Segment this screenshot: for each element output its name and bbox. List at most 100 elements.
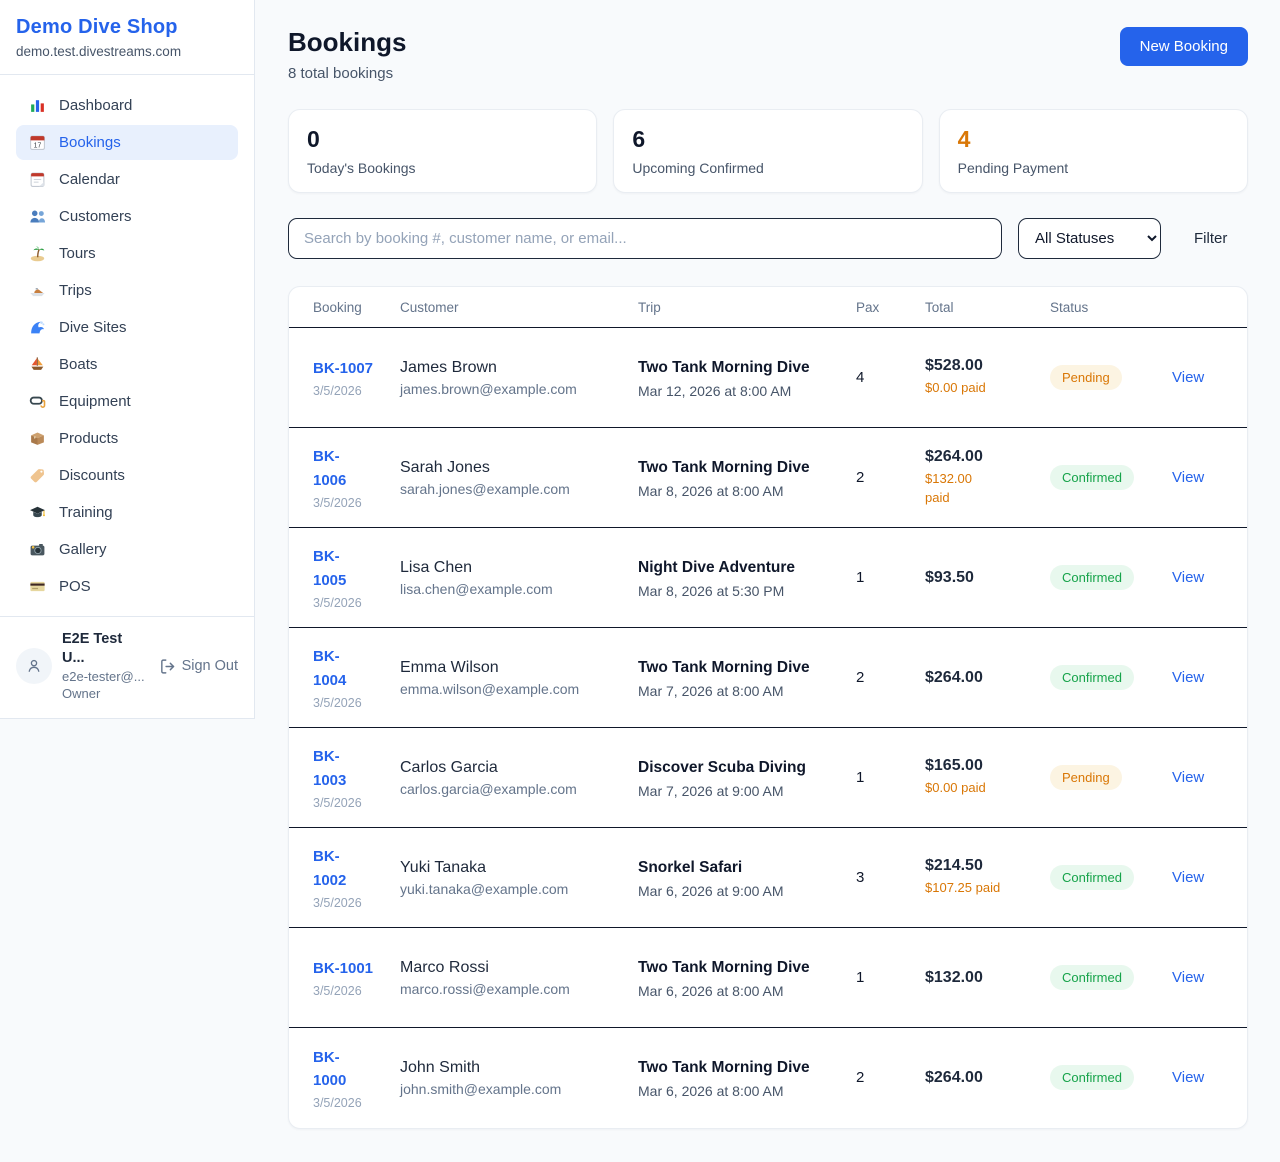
sidebar-item-discounts[interactable]: Discounts xyxy=(16,458,238,493)
pax-cell: 4 xyxy=(856,328,925,428)
trip-name: Two Tank Morning Dive xyxy=(638,456,810,480)
island-icon xyxy=(28,245,46,262)
column-header-trip: Trip xyxy=(638,287,856,328)
pax-value: 1 xyxy=(856,769,864,786)
sidebar-item-label: Calendar xyxy=(59,171,120,188)
booking-cell: BK-1000 3/5/2026 xyxy=(289,1028,400,1128)
view-link[interactable]: View xyxy=(1172,369,1204,386)
booking-id-link[interactable]: BK-1007 xyxy=(313,357,373,380)
brand-domain: demo.test.divestreams.com xyxy=(16,44,238,59)
total-cell: $165.00 $0.00 paid xyxy=(925,728,1050,828)
view-link[interactable]: View xyxy=(1172,769,1204,786)
booking-date: 3/5/2026 xyxy=(313,1096,392,1110)
booking-id-link[interactable]: BK-1006 xyxy=(313,445,351,492)
new-booking-button[interactable]: New Booking xyxy=(1120,27,1248,66)
view-link[interactable]: View xyxy=(1172,669,1204,686)
bookings-table-card: BookingCustomerTripPaxTotalStatus BK-100… xyxy=(288,286,1248,1129)
customer-email: emma.wilson@example.com xyxy=(400,681,630,697)
sidebar-item-trips[interactable]: Trips xyxy=(16,273,238,308)
status-badge: Confirmed xyxy=(1050,865,1134,890)
sidebar-item-dive-sites[interactable]: Dive Sites xyxy=(16,310,238,345)
paid-amount: $0.00 paid xyxy=(925,379,1042,398)
sidebar-item-label: Equipment xyxy=(59,393,131,410)
stat-cards: 0 Today's Bookings 6 Upcoming Confirmed … xyxy=(288,109,1248,193)
view-cell: View xyxy=(1172,428,1247,528)
sidebar-item-pos[interactable]: POS xyxy=(16,569,238,604)
status-cell: Confirmed xyxy=(1050,628,1172,728)
status-select[interactable]: All Statuses xyxy=(1018,218,1161,259)
sidebar-item-customers[interactable]: Customers xyxy=(16,199,238,234)
trip-name: Two Tank Morning Dive xyxy=(638,356,810,380)
trip-cell: Two Tank Morning Dive Mar 6, 2026 at 8:0… xyxy=(638,1028,856,1128)
search-input[interactable] xyxy=(288,218,1002,259)
sidebar-item-bookings[interactable]: 17Bookings xyxy=(16,125,238,160)
sidebar-item-tours[interactable]: Tours xyxy=(16,236,238,271)
trip-datetime: Mar 6, 2026 at 9:00 AM xyxy=(638,883,848,899)
booking-cell: BK-1001 3/5/2026 xyxy=(289,928,400,1028)
trip-cell: Discover Scuba Diving Mar 7, 2026 at 9:0… xyxy=(638,728,856,828)
booking-id-link[interactable]: BK-1002 xyxy=(313,845,351,892)
view-cell: View xyxy=(1172,1028,1247,1128)
paid-amount: $107.25 paid xyxy=(925,879,1042,898)
status-badge: Confirmed xyxy=(1050,465,1134,490)
trip-datetime: Mar 8, 2026 at 8:00 AM xyxy=(638,483,848,499)
sign-out-button[interactable]: Sign Out xyxy=(159,658,238,675)
booking-id-link[interactable]: BK-1005 xyxy=(313,545,351,592)
pax-cell: 3 xyxy=(856,828,925,928)
view-cell: View xyxy=(1172,328,1247,428)
trip-cell: Two Tank Morning Dive Mar 7, 2026 at 8:0… xyxy=(638,628,856,728)
trip-datetime: Mar 7, 2026 at 9:00 AM xyxy=(638,783,848,799)
package-icon xyxy=(28,430,46,447)
pax-cell: 2 xyxy=(856,428,925,528)
sidebar-item-boats[interactable]: Boats xyxy=(16,347,238,382)
view-cell: View xyxy=(1172,528,1247,628)
view-link[interactable]: View xyxy=(1172,1069,1204,1086)
customer-name: John Smith xyxy=(400,1059,630,1077)
column-header-customer: Customer xyxy=(400,287,638,328)
table-row: BK-1003 3/5/2026 Carlos Garcia carlos.ga… xyxy=(289,728,1247,828)
sidebar-item-products[interactable]: Products xyxy=(16,421,238,456)
status-badge: Confirmed xyxy=(1050,565,1134,590)
trip-cell: Two Tank Morning Dive Mar 8, 2026 at 8:0… xyxy=(638,428,856,528)
booking-id-link[interactable]: BK-1000 xyxy=(313,1046,351,1093)
sidebar-item-dashboard[interactable]: Dashboard xyxy=(16,88,238,123)
booking-id-link[interactable]: BK-1001 xyxy=(313,957,373,980)
total-amount: $132.00 xyxy=(925,969,1042,987)
total-cell: $93.50 xyxy=(925,528,1050,628)
view-cell: View xyxy=(1172,928,1247,1028)
customer-email: lisa.chen@example.com xyxy=(400,581,630,597)
view-link[interactable]: View xyxy=(1172,869,1204,886)
sidebar-item-equipment[interactable]: Equipment xyxy=(16,384,238,419)
trip-name: Discover Scuba Diving xyxy=(638,756,810,780)
status-badge: Pending xyxy=(1050,365,1122,390)
table-row: BK-1007 3/5/2026 James Brown james.brown… xyxy=(289,328,1247,428)
camera-icon xyxy=(28,541,46,558)
sidebar-item-label: Discounts xyxy=(59,467,125,484)
trip-name: Night Dive Adventure xyxy=(638,556,810,580)
customer-email: james.brown@example.com xyxy=(400,381,630,397)
customer-cell: Marco Rossi marco.rossi@example.com xyxy=(400,928,638,1028)
filter-button[interactable]: Filter xyxy=(1194,230,1227,247)
sidebar-item-label: Training xyxy=(59,504,113,521)
status-badge: Confirmed xyxy=(1050,965,1134,990)
column-header-status: Status xyxy=(1050,287,1172,328)
booking-cell: BK-1003 3/5/2026 xyxy=(289,728,400,828)
sidebar-item-calendar[interactable]: Calendar xyxy=(16,162,238,197)
customer-cell: Emma Wilson emma.wilson@example.com xyxy=(400,628,638,728)
view-cell: View xyxy=(1172,628,1247,728)
page-title: Bookings xyxy=(288,27,406,58)
booking-date: 3/5/2026 xyxy=(313,384,392,398)
bar-chart-icon xyxy=(28,97,46,114)
booking-id-link[interactable]: BK-1004 xyxy=(313,645,351,692)
sidebar-item-gallery[interactable]: Gallery xyxy=(16,532,238,567)
sidebar-item-label: Boats xyxy=(59,356,97,373)
booking-id-link[interactable]: BK-1003 xyxy=(313,745,351,792)
view-link[interactable]: View xyxy=(1172,469,1204,486)
people-icon xyxy=(28,208,46,225)
view-link[interactable]: View xyxy=(1172,969,1204,986)
sidebar-item-training[interactable]: Training xyxy=(16,495,238,530)
page-header: Bookings 8 total bookings New Booking xyxy=(288,27,1248,82)
total-amount: $214.50 xyxy=(925,857,1042,875)
view-link[interactable]: View xyxy=(1172,569,1204,586)
total-amount: $264.00 xyxy=(925,1069,1042,1087)
